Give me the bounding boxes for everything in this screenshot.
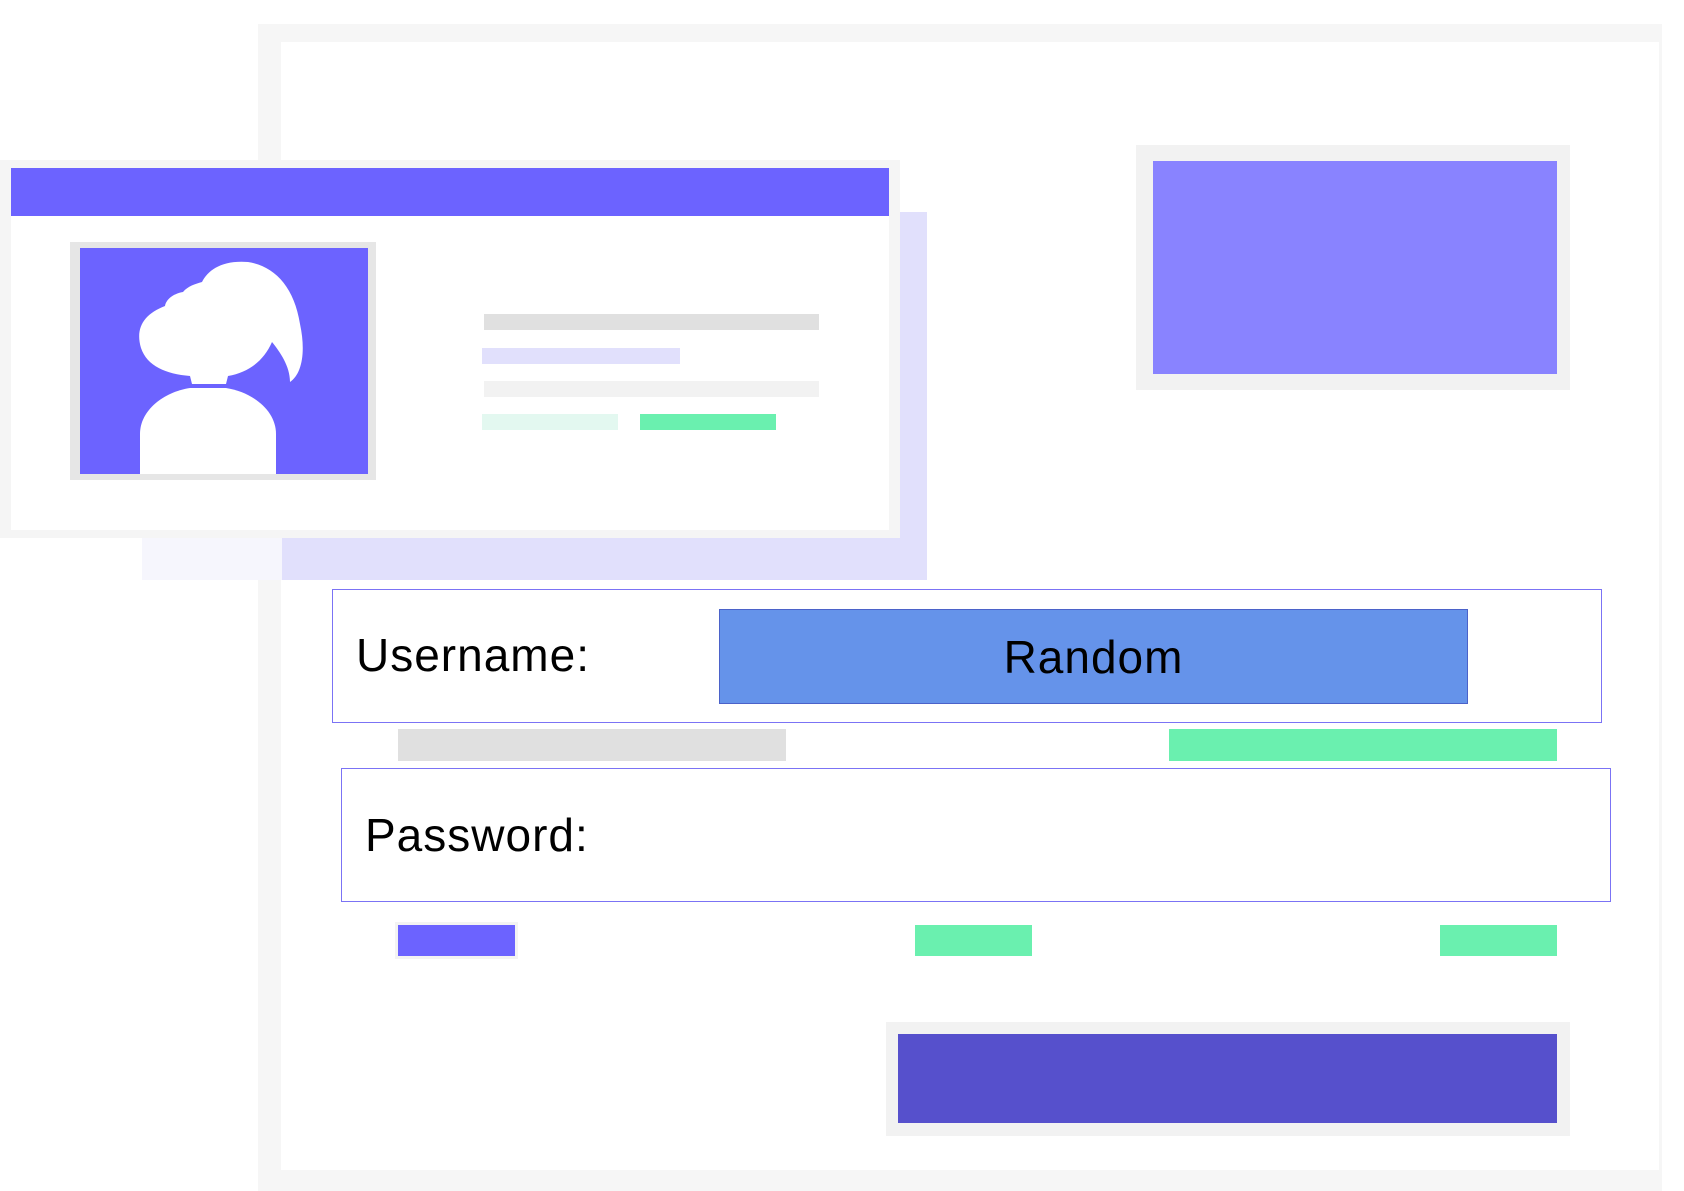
submit-button[interactable] bbox=[898, 1034, 1557, 1123]
option-button-secondary[interactable] bbox=[915, 925, 1032, 956]
password-label: Password: bbox=[365, 809, 589, 861]
option-button-tertiary[interactable] bbox=[1440, 925, 1557, 956]
username-label: Username: bbox=[356, 629, 590, 681]
profile-tag-1 bbox=[482, 414, 618, 430]
profile-line-1 bbox=[484, 314, 819, 330]
login-illustration: Username: Random Password: bbox=[0, 0, 1684, 1191]
female-user-avatar-icon bbox=[139, 261, 303, 474]
profile-line-3 bbox=[484, 381, 819, 397]
helper-bar bbox=[398, 729, 786, 761]
avatar bbox=[80, 248, 368, 474]
profile-card-header bbox=[11, 168, 889, 216]
password-field[interactable] bbox=[680, 780, 1584, 892]
profile-tag-2 bbox=[640, 414, 776, 430]
status-bar bbox=[1169, 729, 1557, 761]
image-placeholder bbox=[1153, 161, 1557, 374]
profile-line-2 bbox=[482, 348, 680, 364]
username-field[interactable]: Random bbox=[719, 609, 1468, 704]
option-button-primary[interactable] bbox=[398, 925, 515, 956]
